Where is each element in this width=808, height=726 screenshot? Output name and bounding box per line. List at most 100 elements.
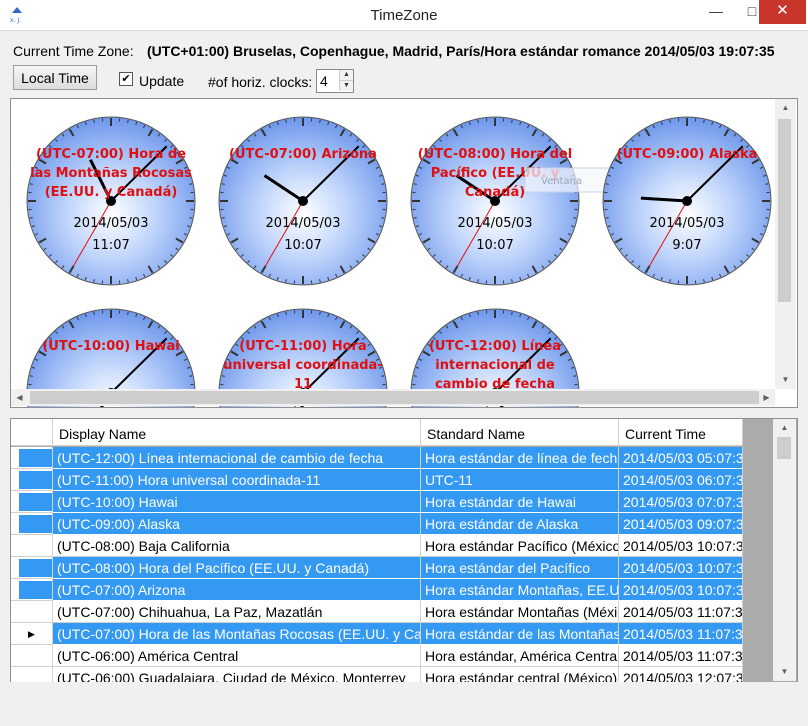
row-header[interactable] xyxy=(11,535,53,557)
cell-standard-name: Hora estándar, América Central xyxy=(421,645,619,667)
clock-time: 10:07 xyxy=(284,238,321,253)
clock-zone-name: (EE.UU. y Canadá) xyxy=(45,185,178,200)
clock-tick xyxy=(221,217,225,219)
table-row[interactable]: (UTC-12:00) Línea internacional de cambi… xyxy=(11,447,743,469)
table-row[interactable]: ▶ (UTC-07:00) Hora de las Montañas Rocosa… xyxy=(11,623,743,645)
clock-zone-name: internacional de xyxy=(435,358,555,373)
cell-standard-name: Hora estándar de Hawai xyxy=(421,491,619,513)
scroll-right-icon[interactable]: ▶ xyxy=(758,389,775,406)
grid-vscrollbar[interactable]: ▲ ▼ xyxy=(773,419,796,681)
clock-canvas: (UTC-07:00) Hora de las Montañas Rocosas (… xyxy=(26,116,772,407)
local-time-button[interactable]: Local Time xyxy=(13,65,97,90)
cell-standard-name: Hora estándar del Pacífico xyxy=(421,557,619,579)
clock-tick xyxy=(511,119,513,123)
row-header[interactable] xyxy=(11,667,53,682)
grid-corner-header[interactable] xyxy=(11,419,53,446)
spin-down-icon[interactable]: ▼ xyxy=(339,81,353,91)
clock-tick xyxy=(669,279,671,283)
clock-tick xyxy=(285,279,287,283)
cell-current-time: 2014/05/03 05:07:35 xyxy=(619,447,743,469)
scroll-left-icon[interactable]: ◀ xyxy=(11,389,28,406)
clock-tick xyxy=(669,119,671,123)
scroll-up-icon[interactable]: ▲ xyxy=(777,99,794,116)
clock-zone-name: (UTC-08:00) Hora del xyxy=(418,147,573,162)
column-header-current-time[interactable]: Current Time xyxy=(619,419,743,446)
row-header[interactable] xyxy=(11,601,53,623)
grid-scroll-down-icon[interactable]: ▼ xyxy=(776,663,793,680)
title-bar: x. J. TimeZone — □ ✕ xyxy=(0,0,808,31)
table-row[interactable]: (UTC-06:00) Guadalajara, Ciudad de Méxic… xyxy=(11,667,743,682)
clocks-vscrollbar[interactable]: ▲ ▼ xyxy=(775,99,796,389)
minimize-button[interactable]: — xyxy=(697,0,735,24)
row-header[interactable] xyxy=(11,557,53,579)
clock-tick xyxy=(127,279,129,283)
column-header-standard-name[interactable]: Standard Name xyxy=(421,419,619,446)
row-header[interactable] xyxy=(11,469,53,491)
clock-tick xyxy=(93,311,95,315)
horiz-clocks-value[interactable]: 4 xyxy=(320,73,328,89)
spin-up-icon[interactable]: ▲ xyxy=(339,70,353,81)
cell-standard-name: Hora estándar central (México) xyxy=(421,667,619,682)
table-row[interactable]: (UTC-06:00) América Central Hora estándar… xyxy=(11,645,743,667)
table-row[interactable]: (UTC-10:00) Hawai Hora estándar de Hawai 2… xyxy=(11,491,743,513)
horiz-clocks-spinner[interactable]: 4 ▲ ▼ xyxy=(316,69,354,93)
clock-zone-name: (UTC-10:00) Hawai xyxy=(42,339,179,354)
row-header[interactable] xyxy=(11,447,53,469)
cell-current-time: 2014/05/03 07:07:35 xyxy=(619,491,743,513)
clock-tick xyxy=(189,217,193,219)
table-row[interactable]: (UTC-07:00) Chihuahua, La Paz, Mazatlán H… xyxy=(11,601,743,623)
scroll-down-icon[interactable]: ▼ xyxy=(777,371,794,388)
table-row[interactable]: (UTC-11:00) Hora universal coordinada-11… xyxy=(11,469,743,491)
clock-tick xyxy=(221,375,225,377)
column-header-display-name[interactable]: Display Name xyxy=(53,419,421,446)
clock-tick xyxy=(511,311,513,315)
clock-tick xyxy=(29,217,33,219)
clock-tick xyxy=(221,183,225,185)
update-checkbox[interactable]: ✔ xyxy=(119,72,133,86)
clock-tick xyxy=(413,375,417,377)
grid-scroll-up-icon[interactable]: ▲ xyxy=(776,419,793,436)
clock-zone-name: las Montañas Rocosas xyxy=(30,166,192,181)
clock-tick xyxy=(285,119,287,123)
table-row[interactable]: (UTC-08:00) Hora del Pacífico (EE.UU. y … xyxy=(11,557,743,579)
cell-standard-name: Hora estándar Pacífico (México) xyxy=(421,535,619,557)
row-header[interactable]: ▶ xyxy=(11,623,53,645)
clock-tick xyxy=(93,279,95,283)
ghost-window-label: Ventana xyxy=(541,176,582,187)
table-row[interactable]: (UTC-09:00) Alaska Hora estándar de Alask… xyxy=(11,513,743,535)
clock-tick xyxy=(127,311,129,315)
clock-tick xyxy=(765,183,769,185)
row-header[interactable] xyxy=(11,579,53,601)
clock-tick xyxy=(413,183,417,185)
table-row[interactable]: (UTC-08:00) Baja California Hora estándar… xyxy=(11,535,743,557)
cell-current-time: 2014/05/03 12:07:35 xyxy=(619,667,743,682)
clocks-hscrollbar[interactable]: ◀ ▶ xyxy=(11,389,775,406)
clock-center xyxy=(682,196,692,206)
clocks-hscroll-thumb[interactable] xyxy=(30,391,759,404)
clock-tick xyxy=(765,217,769,219)
close-button[interactable]: ✕ xyxy=(759,0,806,24)
clock-zone-name: universal coordinada- xyxy=(223,358,382,373)
row-header[interactable] xyxy=(11,491,53,513)
cell-standard-name: Hora estándar de línea de fecha xyxy=(421,447,619,469)
clock-time: 9:07 xyxy=(672,238,701,253)
table-row[interactable]: (UTC-07:00) Arizona Hora estándar Montaña… xyxy=(11,579,743,601)
cell-display-name: (UTC-07:00) Chihuahua, La Paz, Mazatlán xyxy=(53,601,421,623)
clock-1: (UTC-07:00) Hora de las Montañas Rocosas (… xyxy=(26,116,196,286)
cell-display-name: (UTC-11:00) Hora universal coordinada-11 xyxy=(53,469,421,491)
horiz-clocks-label: #of horiz. clocks: xyxy=(208,74,313,90)
row-header[interactable] xyxy=(11,513,53,535)
clock-4: (UTC-09:00) Alaska 2014/05/03 9:07 xyxy=(602,116,772,286)
clock-tick xyxy=(319,311,321,315)
cell-current-time: 2014/05/03 10:07:35 xyxy=(619,557,743,579)
clocks-vscroll-thumb[interactable] xyxy=(778,119,791,302)
grid-vscroll-thumb[interactable] xyxy=(777,437,791,459)
timezone-grid: Display Name Standard Name Current Time (UT… xyxy=(10,418,798,683)
cell-current-time: 2014/05/03 11:07:35 xyxy=(619,645,743,667)
clock-tick xyxy=(381,217,385,219)
cell-display-name: (UTC-08:00) Baja California xyxy=(53,535,421,557)
clock-tick xyxy=(573,217,577,219)
clock-tick xyxy=(381,183,385,185)
clock-tick xyxy=(477,279,479,283)
row-header[interactable] xyxy=(11,645,53,667)
